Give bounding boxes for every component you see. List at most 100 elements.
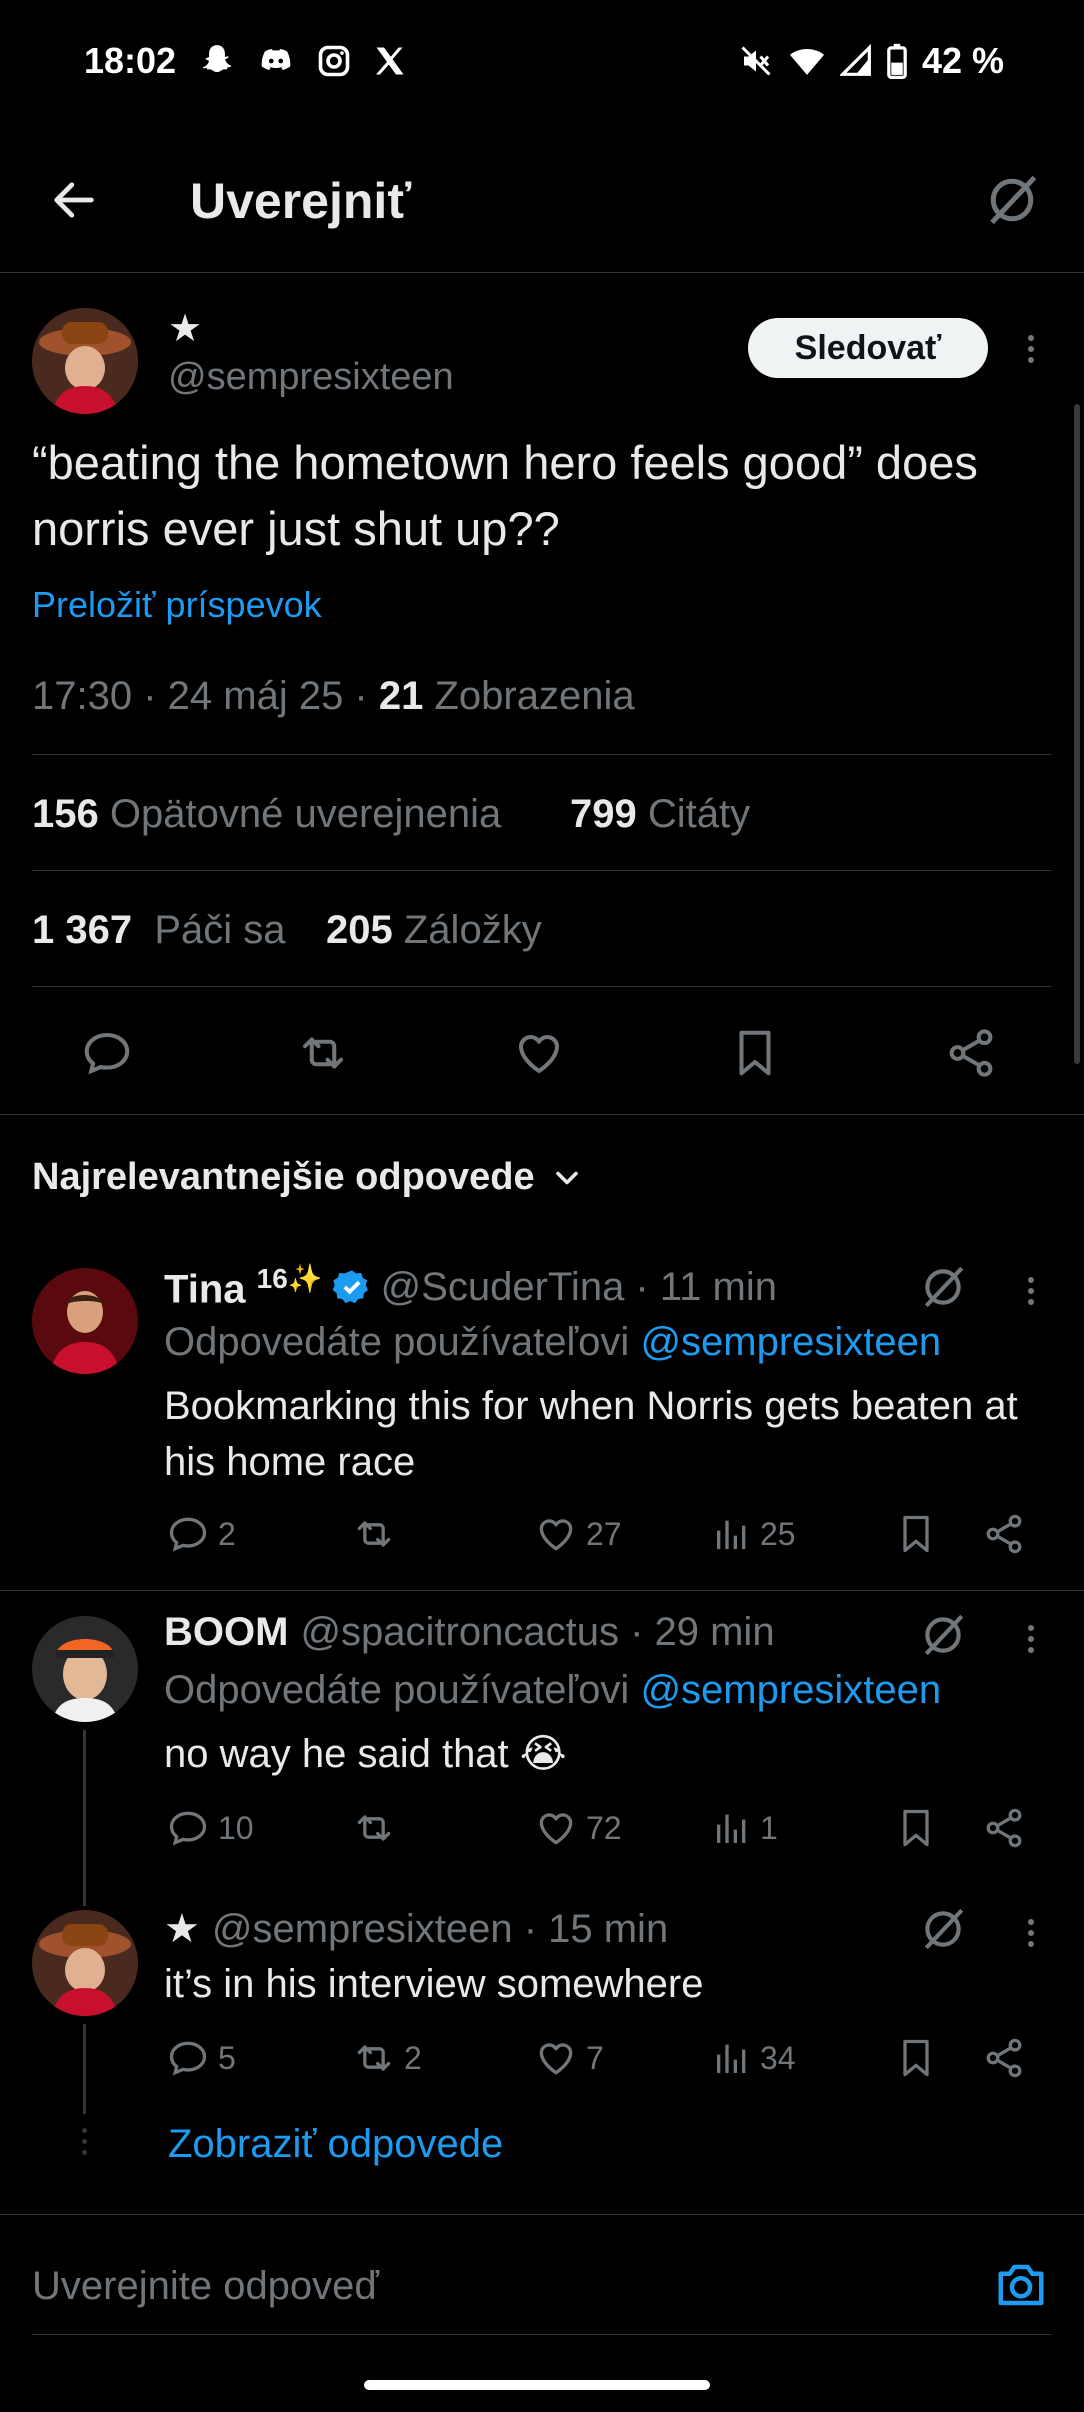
reply-share-button[interactable] <box>982 2036 1026 2080</box>
back-button[interactable] <box>48 174 100 226</box>
author-handle[interactable]: @sempresixteen <box>168 356 454 399</box>
more-options-icon[interactable] <box>1026 330 1036 368</box>
heart-icon <box>539 2043 573 2075</box>
more-options-icon[interactable] <box>1026 1272 1036 1310</box>
reply-comment-button[interactable]: 10 <box>166 1806 254 1850</box>
reply-comment-button[interactable]: 2 <box>166 1512 236 1556</box>
battery-level: 42 % <box>921 40 1004 81</box>
reply-compose-input[interactable]: Uverejnite odpoveď <box>32 2264 379 2309</box>
reply-views-count: 25 <box>760 1515 796 1552</box>
heart-icon <box>539 1519 573 1551</box>
quotes-label: Citáty <box>647 792 751 836</box>
reply-header: ★ @sempresixteen · 15 min <box>164 1906 668 1952</box>
divider <box>0 2214 1084 2215</box>
show-replies-link[interactable]: Zobraziť odpovede <box>168 2122 503 2167</box>
home-indicator[interactable] <box>364 2380 710 2390</box>
follow-button[interactable]: Sledovať <box>748 318 988 378</box>
thread-line <box>83 1730 86 1906</box>
signal-icon <box>839 44 871 76</box>
avatar[interactable] <box>32 308 138 414</box>
bookmark-button[interactable] <box>728 1026 782 1080</box>
grok-icon[interactable] <box>918 1262 968 1312</box>
reply-handle[interactable]: @sempresixteen · 15 min <box>212 1907 668 1952</box>
reply-views-button[interactable]: 25 <box>712 1512 796 1556</box>
replying-to-link[interactable]: @sempresixteen <box>640 1668 941 1712</box>
chevron-down-icon <box>555 1171 578 1184</box>
reply-repost-button[interactable] <box>352 1806 404 1850</box>
reply-share-button[interactable] <box>982 1806 1026 1850</box>
likes-stat[interactable]: 1 367 Páči sa <box>32 908 286 953</box>
reply-comment-count: 10 <box>218 1809 254 1846</box>
x-logo-icon <box>376 47 404 75</box>
reply-handle[interactable]: @ScuderTina · 11 min <box>381 1265 777 1310</box>
replies-sort-dropdown[interactable]: Najrelevantnejšie odpovede <box>32 1156 585 1199</box>
thread-dots <box>82 2128 88 2155</box>
bookmarks-stat[interactable]: 205 Záložky <box>326 908 542 953</box>
reply-author-name[interactable]: ★ <box>164 1906 200 1952</box>
reply-bookmark-button[interactable] <box>894 1806 938 1850</box>
page-title: Uverejniť <box>190 173 412 229</box>
reply-views-count: 1 <box>760 1809 778 1846</box>
reply-like-button[interactable]: 7 <box>534 2036 604 2080</box>
more-options-icon[interactable] <box>1026 1914 1036 1952</box>
verified-badge-icon <box>332 1270 368 1304</box>
reply-text: no way he said that 😭 <box>164 1732 567 1776</box>
camera-icon[interactable] <box>994 2258 1048 2312</box>
comment-icon <box>169 2041 207 2076</box>
status-time: 18:02 <box>84 40 177 81</box>
compose-underline <box>32 2334 1052 2335</box>
scrollbar[interactable] <box>1074 404 1080 1064</box>
avatar[interactable] <box>32 1616 138 1722</box>
comment-icon <box>169 1517 207 1552</box>
reply-views-button[interactable]: 34 <box>712 2036 796 2080</box>
reply-share-button[interactable] <box>982 1512 1026 1556</box>
reply-repost-button[interactable] <box>352 1512 404 1556</box>
reply-comment-button[interactable]: 5 <box>166 2036 236 2080</box>
reply-header: Tina 16✨ @ScuderTina · 11 min <box>164 1262 777 1312</box>
bookmarks-label: Záložky <box>403 908 542 952</box>
grok-icon[interactable] <box>918 1610 968 1660</box>
grok-icon[interactable] <box>918 1904 968 1954</box>
replying-prefix: Odpovedáte používateľovi <box>164 1668 641 1712</box>
reposts-stat[interactable]: 156 Opätovné uverejnenia <box>32 792 501 837</box>
post-meta: 17:30 · 24 máj 25 · 21 Zobrazenia <box>32 674 635 719</box>
reply-like-count: 7 <box>586 2039 604 2076</box>
quotes-stat[interactable]: 799 Citáty <box>570 792 750 837</box>
grok-button[interactable] <box>982 170 1042 230</box>
status-bar: 18:02 42 % <box>0 0 1084 120</box>
notification-icons <box>198 42 408 80</box>
bookmark-icon <box>903 2039 929 2077</box>
comment-icon <box>169 1811 207 1846</box>
like-button[interactable] <box>512 1026 566 1080</box>
reply-like-button[interactable]: 27 <box>534 1512 622 1556</box>
avatar-image <box>32 308 138 414</box>
more-options-icon[interactable] <box>1026 1620 1036 1658</box>
reply-views-button[interactable]: 1 <box>712 1806 778 1850</box>
reply-header: BOOM @spacitroncactus · 29 min <box>164 1610 775 1655</box>
reply-comment-count: 2 <box>218 1515 236 1552</box>
reply-name-text: Tina <box>164 1267 257 1312</box>
translate-link[interactable]: Preložiť príspevok <box>32 584 322 626</box>
avatar[interactable] <box>32 1268 138 1374</box>
repost-icon <box>357 1521 391 1547</box>
likes-count: 1 367 <box>32 908 133 952</box>
repost-icon <box>357 2045 391 2071</box>
reply-button[interactable] <box>80 1026 134 1080</box>
reply-views-count: 34 <box>760 2039 796 2076</box>
battery-icon <box>887 43 907 79</box>
reply-handle[interactable]: @spacitroncactus · 29 min <box>300 1610 774 1655</box>
avatar[interactable] <box>32 1910 138 2016</box>
reply-like-button[interactable]: 72 <box>534 1806 622 1850</box>
divider <box>32 986 1052 987</box>
author-name[interactable]: ★ <box>168 306 202 351</box>
repost-button[interactable] <box>296 1026 350 1080</box>
reply-repost-button[interactable]: 2 <box>352 2036 422 2080</box>
reply-like-count: 72 <box>586 1809 622 1846</box>
replying-to-link[interactable]: @sempresixteen <box>640 1320 941 1364</box>
reply-author-name[interactable]: BOOM <box>164 1610 288 1655</box>
share-button[interactable] <box>944 1026 998 1080</box>
reply-bookmark-button[interactable] <box>894 1512 938 1556</box>
reply-bookmark-button[interactable] <box>894 2036 938 2080</box>
avatar-image <box>32 1616 138 1722</box>
reply-author-name[interactable]: Tina 16✨ <box>164 1262 323 1312</box>
